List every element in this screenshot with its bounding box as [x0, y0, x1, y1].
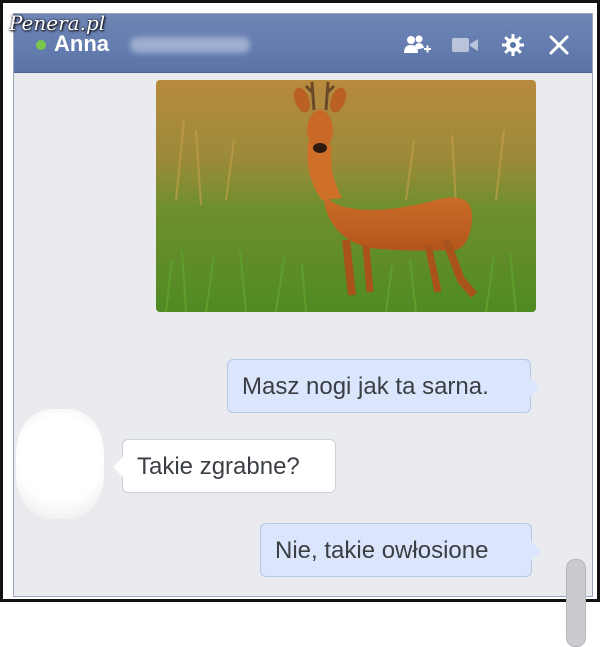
chat-window: Anna Masz nogi jak ta sarna. Takie zgrab… — [13, 13, 593, 647]
message-list[interactable]: Masz nogi jak ta sarna. Takie zgrabne? N… — [14, 73, 592, 647]
video-call-icon[interactable] — [450, 32, 480, 58]
watermark: Penera.pl — [9, 11, 106, 35]
deer-photo — [156, 80, 536, 312]
contact-surname-blurred — [130, 37, 250, 53]
add-friend-icon[interactable] — [402, 32, 432, 58]
message-bubble-received[interactable]: Takie zgrabne? — [113, 439, 336, 493]
screenshot-frame: Penera.pl Anna Masz nogi jak ta sarna. T… — [0, 0, 600, 647]
photo-message-deer[interactable] — [156, 80, 536, 312]
message-bubble-sent[interactable]: Nie, takie owłosione — [260, 523, 541, 577]
contact-avatar[interactable] — [16, 409, 104, 519]
message-bubble-sent[interactable]: Masz nogi jak ta sarna. — [227, 359, 540, 413]
online-status-dot — [36, 40, 46, 50]
close-icon[interactable] — [544, 32, 574, 58]
scrollbar-thumb[interactable] — [566, 559, 586, 647]
gear-icon[interactable] — [498, 32, 528, 58]
